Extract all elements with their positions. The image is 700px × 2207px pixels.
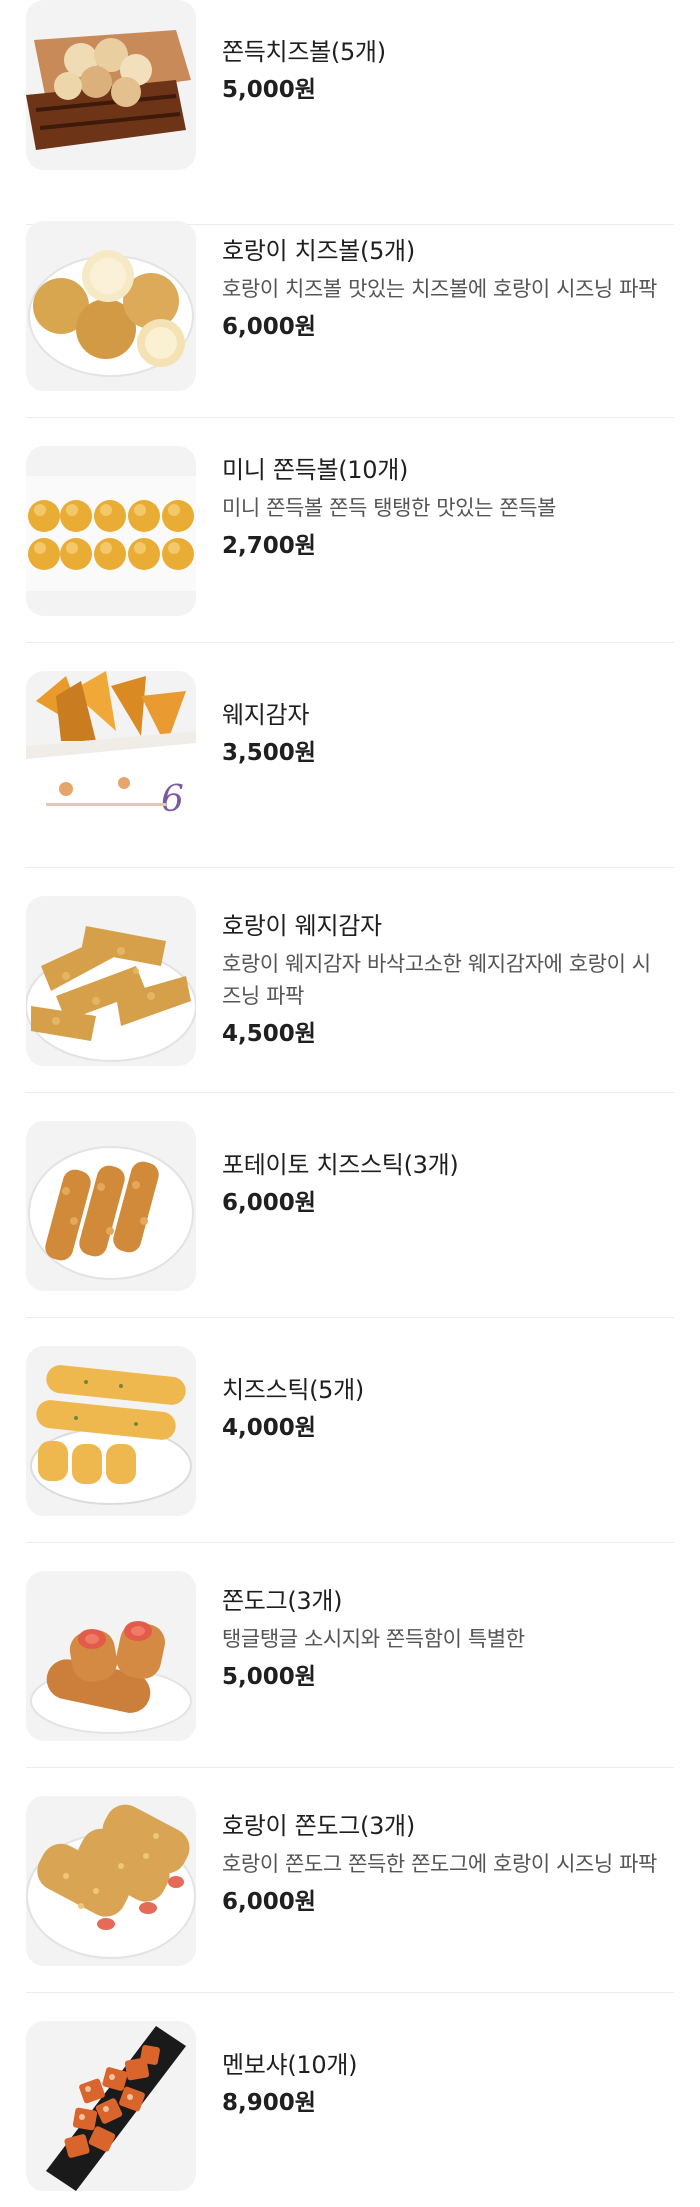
menu-item[interactable]: 치즈스틱(5개) 4,000원	[0, 1318, 700, 1543]
menu-item-name: 웨지감자	[222, 701, 310, 729]
menu-item-description: 호랑이 웨지감자 바삭고소한 웨지감자에 호랑이 시즈닝 파팍	[222, 952, 651, 1008]
cheese-ball-basket-image	[26, 0, 196, 170]
menu-item[interactable]: 미니 쫀득볼(10개) 미니 쫀득볼 쫀득 탱탱한 맛있는 쫀득볼 2,700원	[0, 418, 700, 643]
menu-item-name: 미니 쫀득볼(10개)	[222, 456, 409, 484]
menu-item-price: 4,000원	[222, 1415, 316, 1441]
menu-item[interactable]: 호랑이 치즈볼(5개) 호랑이 치즈볼 맛있는 치즈볼에 호랑이 시즈닝 파팍 …	[0, 193, 700, 418]
menu-item-name: 치즈스틱(5개)	[222, 1376, 364, 1404]
svg-text:6: 6	[161, 779, 184, 820]
menu-item-info: 멘보샤(10개) 8,900원	[222, 2049, 664, 2119]
menu-item[interactable]: 멘보샤(10개) 8,900원	[0, 1993, 700, 2207]
menu-item-price: 6,000원	[222, 1889, 316, 1915]
menu-item-description: 미니 쫀득볼 쫀득 탱탱한 맛있는 쫀득볼	[222, 496, 557, 520]
menu-item-price: 2,700원	[222, 533, 316, 559]
menu-item-price: 6,000원	[222, 1190, 316, 1216]
menu-item-price: 4,500원	[222, 1021, 316, 1047]
menu-item-description: 호랑이 쫀도그 쫀득한 쫀도그에 호랑이 시즈닝 파팍	[222, 1852, 657, 1876]
menu-item-info: 호랑이 치즈볼(5개) 호랑이 치즈볼 맛있는 치즈볼에 호랑이 시즈닝 파팍 …	[222, 235, 664, 343]
corn-dog-image	[26, 1571, 196, 1741]
menbosha-image	[26, 2021, 196, 2191]
menu-item-price: 8,900원	[222, 2090, 316, 2116]
menu-item-name: 쫀득치즈볼(5개)	[222, 38, 386, 66]
menu-item[interactable]: 쫀득치즈볼(5개) 5,000원	[0, 0, 700, 225]
cheese-stick-image	[26, 1346, 196, 1516]
menu-item-price: 5,000원	[222, 77, 316, 103]
tiger-wedge-potato-image	[26, 896, 196, 1066]
menu-item-info: 호랑이 웨지감자 호랑이 웨지감자 바삭고소한 웨지감자에 호랑이 시즈닝 파팍…	[222, 910, 664, 1050]
menu-item-info: 미니 쫀득볼(10개) 미니 쫀득볼 쫀득 탱탱한 맛있는 쫀득볼 2,700원	[222, 454, 664, 562]
menu-item-info: 웨지감자 3,500원	[222, 699, 664, 769]
menu-item[interactable]: 6 웨지감자 3,500원	[0, 643, 700, 868]
wedge-potato-box-image: 6	[26, 671, 196, 841]
menu-item[interactable]: 호랑이 웨지감자 호랑이 웨지감자 바삭고소한 웨지감자에 호랑이 시즈닝 파팍…	[0, 868, 700, 1093]
menu-item-price: 3,500원	[222, 740, 316, 766]
menu-item-price: 5,000원	[222, 1664, 316, 1690]
menu-item-name: 포테이토 치즈스틱(3개)	[222, 1151, 459, 1179]
menu-list: 쫀득치즈볼(5개) 5,000원 호랑이 치즈볼(5개) 호랑이 치즈볼 맛있는…	[0, 0, 700, 2207]
menu-item-description: 탱글탱글 소시지와 쫀득함이 특별한	[222, 1627, 525, 1651]
menu-item-name: 호랑이 치즈볼(5개)	[222, 237, 415, 265]
menu-item-name: 멘보샤(10개)	[222, 2051, 358, 2079]
menu-item-info: 쫀도그(3개) 탱글탱글 소시지와 쫀득함이 특별한 5,000원	[222, 1585, 664, 1693]
tiger-corn-dog-image	[26, 1796, 196, 1966]
menu-item-info: 치즈스틱(5개) 4,000원	[222, 1374, 664, 1444]
menu-item-description: 호랑이 치즈볼 맛있는 치즈볼에 호랑이 시즈닝 파팍	[222, 277, 657, 301]
menu-item-price: 6,000원	[222, 314, 316, 340]
menu-item-name: 호랑이 웨지감자	[222, 912, 382, 940]
menu-item[interactable]: 호랑이 쫀도그(3개) 호랑이 쫀도그 쫀득한 쫀도그에 호랑이 시즈닝 파팍 …	[0, 1768, 700, 1993]
menu-item-info: 쫀득치즈볼(5개) 5,000원	[222, 36, 664, 106]
menu-item[interactable]: 쫀도그(3개) 탱글탱글 소시지와 쫀득함이 특별한 5,000원	[0, 1543, 700, 1768]
menu-item-info: 호랑이 쫀도그(3개) 호랑이 쫀도그 쫀득한 쫀도그에 호랑이 시즈닝 파팍 …	[222, 1810, 664, 1918]
mini-chewy-ball-image	[26, 446, 196, 616]
potato-cheese-stick-image	[26, 1121, 196, 1291]
menu-item-info: 포테이토 치즈스틱(3개) 6,000원	[222, 1149, 664, 1219]
menu-item-name: 쫀도그(3개)	[222, 1587, 343, 1615]
menu-item-name: 호랑이 쫀도그(3개)	[222, 1812, 415, 1840]
tiger-cheese-ball-image	[26, 221, 196, 391]
menu-item[interactable]: 포테이토 치즈스틱(3개) 6,000원	[0, 1093, 700, 1318]
